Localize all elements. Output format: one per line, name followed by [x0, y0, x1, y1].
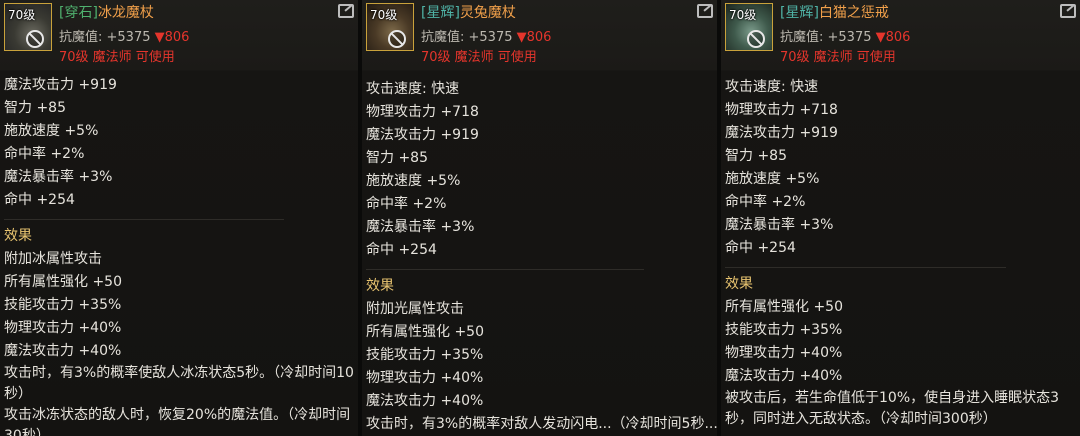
resist-diff: ▼806	[875, 30, 911, 45]
item-body: 攻击速度: 快速 物理攻击力 +718 魔法攻击力 +919 智力 +85 施放…	[366, 78, 717, 436]
stat-line: 魔法暴击率 +3%	[4, 169, 113, 185]
effect-heading: 效果	[366, 278, 394, 294]
divider	[4, 219, 284, 220]
stat-line: 施放速度 +5%	[4, 123, 99, 139]
item-header: 70级 [星辉]白猫之惩戒 抗魔值: +5375 ▼806 70级 魔法师 可使…	[721, 0, 1080, 70]
no-trade-icon	[26, 30, 44, 48]
resist-diff: ▼806	[516, 30, 552, 45]
stat-line: 施放速度 +5%	[725, 171, 820, 187]
stat-line: 命中 +254	[366, 242, 437, 258]
item-tag: [星辉]	[421, 5, 460, 21]
stat-line: 魔法暴击率 +3%	[725, 217, 834, 233]
share-icon[interactable]	[1060, 4, 1076, 18]
requirement: 70级 魔法师 可使用	[421, 50, 537, 65]
weapon-icon: 70级	[725, 3, 773, 51]
effect-description: 被攻击后，若生命值低于10%，使自身进入睡眠状态3秒，同时进入无敌状态。（冷却时…	[725, 390, 1060, 427]
resist-value: 抗魔值: +5375 ▼806	[421, 26, 551, 45]
level-badge: 70级	[729, 8, 757, 22]
resist-label: 抗魔值: +5375	[780, 30, 872, 45]
effect-description: 攻击冰冻状态的敌人时，恢复20%的魔法值。（冷却时间30秒）	[4, 407, 351, 436]
item-tag: [穿石]	[59, 5, 98, 21]
effect-line: 物理攻击力 +40%	[366, 370, 484, 386]
effect-line: 所有属性强化 +50	[4, 274, 122, 290]
divider	[366, 269, 644, 270]
stat-line: 命中 +254	[725, 240, 796, 256]
item-header: 70级 [穿石]冰龙魔杖 抗魔值: +5375 ▼806 70级 魔法师 可使用	[0, 0, 358, 70]
effect-description: 攻击时，有3%的概率对敌人发动闪电...（冷却时间5秒...	[366, 416, 717, 432]
stat-line: 魔法暴击率 +3%	[366, 219, 475, 235]
resist-diff: ▼806	[154, 30, 190, 45]
stat-line: 施放速度 +5%	[366, 173, 461, 189]
item-name: 冰龙魔杖	[97, 5, 154, 21]
weapon-icon: 70级	[4, 3, 52, 51]
level-badge: 70级	[8, 8, 36, 22]
effect-line: 魔法攻击力 +40%	[4, 343, 122, 359]
item-body: 攻击速度: 快速 物理攻击力 +718 魔法攻击力 +919 智力 +85 施放…	[725, 76, 1076, 430]
effect-line: 魔法攻击力 +40%	[366, 393, 484, 409]
effect-line: 物理攻击力 +40%	[4, 320, 122, 336]
stat-line: 命中 +254	[4, 192, 75, 208]
stat-line: 智力 +85	[725, 148, 787, 164]
requirement: 70级 魔法师 可使用	[780, 50, 896, 65]
effect-line: 附加冰属性攻击	[4, 251, 102, 267]
resist-value: 抗魔值: +5375 ▼806	[780, 26, 910, 45]
stat-line: 智力 +85	[366, 150, 428, 166]
weapon-icon: 70级	[366, 3, 414, 51]
divider	[725, 267, 1006, 268]
effect-line: 技能攻击力 +35%	[4, 297, 122, 313]
item-tooltip-2: 70级 [星辉]灵兔魔杖 抗魔值: +5375 ▼806 70级 魔法师 可使用…	[362, 0, 717, 436]
item-header: 70级 [星辉]灵兔魔杖 抗魔值: +5375 ▼806 70级 魔法师 可使用	[362, 0, 717, 70]
effect-heading: 效果	[4, 228, 32, 244]
effect-line: 物理攻击力 +40%	[725, 345, 843, 361]
stat-line: 物理攻击力 +718	[366, 104, 479, 120]
stat-line: 命中率 +2%	[725, 194, 806, 210]
stat-line: 攻击速度: 快速	[725, 79, 819, 95]
resist-label: 抗魔值: +5375	[421, 30, 513, 45]
item-body: 魔法攻击力 +919 智力 +85 施放速度 +5% 命中率 +2% 魔法暴击率…	[4, 74, 354, 436]
item-tag: [星辉]	[780, 5, 819, 21]
item-tooltip-1: 70级 [穿石]冰龙魔杖 抗魔值: +5375 ▼806 70级 魔法师 可使用…	[0, 0, 358, 436]
effect-line: 所有属性强化 +50	[366, 324, 484, 340]
stat-line: 物理攻击力 +718	[725, 102, 838, 118]
no-trade-icon	[388, 30, 406, 48]
stat-line: 魔法攻击力 +919	[725, 125, 838, 141]
effect-line: 所有属性强化 +50	[725, 299, 843, 315]
stat-line: 命中率 +2%	[366, 196, 447, 212]
stat-line: 魔法攻击力 +919	[366, 127, 479, 143]
item-title: [星辉]灵兔魔杖	[421, 2, 516, 22]
effect-heading: 效果	[725, 276, 753, 292]
effect-description: 攻击时，有3%的概率使敌人冰冻状态5秒。（冷却时间10秒）	[4, 365, 354, 402]
effect-line: 技能攻击力 +35%	[725, 322, 843, 338]
share-icon[interactable]	[338, 4, 354, 18]
stat-line: 攻击速度: 快速	[366, 81, 460, 97]
effect-line: 魔法攻击力 +40%	[725, 368, 843, 384]
stat-line: 魔法攻击力 +919	[4, 77, 117, 93]
item-tooltip-3: 70级 [星辉]白猫之惩戒 抗魔值: +5375 ▼806 70级 魔法师 可使…	[721, 0, 1080, 436]
stat-line: 智力 +85	[4, 100, 66, 116]
effect-line: 附加光属性攻击	[366, 301, 464, 317]
stat-line: 命中率 +2%	[4, 146, 85, 162]
item-name: 白猫之惩戒	[818, 5, 889, 21]
effect-line: 技能攻击力 +35%	[366, 347, 484, 363]
level-badge: 70级	[370, 8, 398, 22]
resist-value: 抗魔值: +5375 ▼806	[59, 26, 189, 45]
item-title: [穿石]冰龙魔杖	[59, 2, 154, 22]
requirement: 70级 魔法师 可使用	[59, 50, 175, 65]
item-name: 灵兔魔杖	[459, 5, 516, 21]
item-title: [星辉]白猫之惩戒	[780, 2, 889, 22]
no-trade-icon	[747, 30, 765, 48]
share-icon[interactable]	[697, 4, 713, 18]
resist-label: 抗魔值: +5375	[59, 30, 151, 45]
